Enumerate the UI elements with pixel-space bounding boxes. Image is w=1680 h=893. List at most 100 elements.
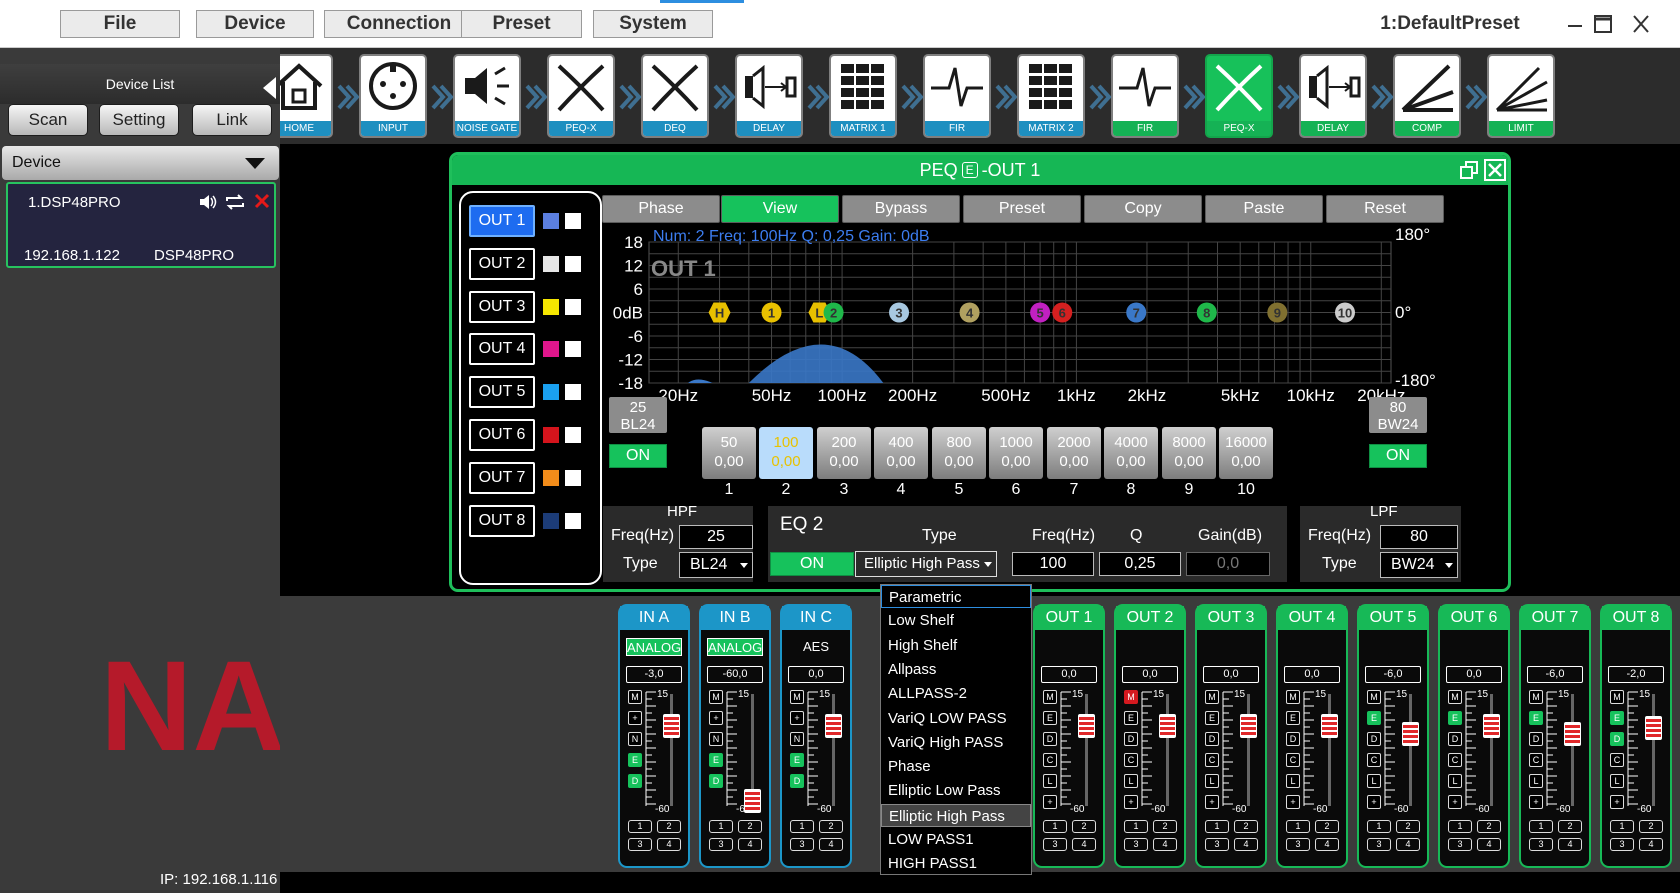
route-button-2[interactable]: 2	[819, 820, 843, 833]
strip-toggle-L[interactable]: L	[1529, 774, 1543, 788]
strip-toggle-E[interactable]: E	[1610, 711, 1624, 725]
strip-toggle-D[interactable]: D	[1610, 732, 1624, 746]
strip-toggle-L[interactable]: L	[1448, 774, 1462, 788]
output-visible-checkbox[interactable]	[565, 213, 581, 229]
reset-button[interactable]: Reset	[1326, 195, 1444, 223]
strip-toggle-C[interactable]: C	[1043, 753, 1057, 767]
route-button-2[interactable]: 2	[1153, 820, 1177, 833]
remove-device-icon[interactable]	[254, 192, 270, 210]
strip-toggle-L[interactable]: L	[1043, 774, 1057, 788]
strip-toggle-M[interactable]: M	[1205, 690, 1219, 704]
output-visible-checkbox[interactable]	[565, 427, 581, 443]
level-fader[interactable]: 15 -60	[1219, 688, 1259, 815]
route-button-1[interactable]: 1	[1448, 820, 1472, 833]
dropdown-option-high-pass1[interactable]: HIGH PASS1	[881, 852, 1031, 875]
output-button-8[interactable]: OUT 8	[469, 504, 535, 537]
strip-toggle-D[interactable]: D	[709, 774, 723, 788]
dropdown-option-elliptic-low-pass[interactable]: Elliptic Low Pass	[881, 779, 1031, 802]
strip-toggle-L[interactable]: L	[1205, 774, 1219, 788]
strip-toggle-E[interactable]: E	[1124, 711, 1138, 725]
module-limit-13[interactable]: LIMIT	[1487, 54, 1555, 138]
link-button[interactable]: Link	[192, 104, 272, 136]
strip-toggle-E[interactable]: E	[1043, 711, 1057, 725]
route-button-1[interactable]: 1	[1286, 820, 1310, 833]
route-button-1[interactable]: 1	[790, 820, 814, 833]
strip-toggle-+[interactable]: +	[1367, 795, 1381, 809]
route-button-2[interactable]: 2	[1315, 820, 1339, 833]
level-fader[interactable]: 15 -60	[1300, 688, 1340, 815]
route-button-3[interactable]: 3	[1448, 838, 1472, 851]
strip-toggle-+[interactable]: +	[709, 711, 723, 725]
output-button-7[interactable]: OUT 7	[469, 461, 535, 494]
collapse-arrow-icon[interactable]	[263, 77, 276, 99]
phase-button[interactable]: Phase	[602, 195, 720, 223]
band-6-button[interactable]: 1000 0,00	[989, 427, 1043, 479]
strip-toggle-D[interactable]: D	[628, 774, 642, 788]
gain-readout[interactable]: 0,0	[1446, 666, 1502, 683]
eq-response-graph[interactable]: 18 12 6 0dB -6 -12 -18 180° 0° -180° 20Hz 50Hz 100Hz…	[603, 225, 1498, 419]
gain-readout[interactable]: 0,0	[1122, 666, 1178, 683]
route-button-4[interactable]: 4	[1072, 838, 1096, 851]
copy-button[interactable]: Copy	[1084, 195, 1202, 223]
output-button-3[interactable]: OUT 3	[469, 290, 535, 323]
module-matrix-1-6[interactable]: MATRIX 1	[829, 54, 897, 138]
strip-toggle-+[interactable]: +	[1205, 795, 1219, 809]
level-fader[interactable]: 15 -60	[1462, 688, 1502, 815]
route-button-2[interactable]: 2	[738, 820, 762, 833]
device-card[interactable]: 1.DSP48PRO 192.168.1.122 DSP48PRO	[6, 182, 276, 268]
strip-toggle-+[interactable]: +	[1124, 795, 1138, 809]
output-visible-checkbox[interactable]	[565, 469, 581, 486]
channel-name[interactable]: OUT 3	[1197, 606, 1265, 630]
module-deq-4[interactable]: DEQ	[641, 54, 709, 138]
minimize-icon[interactable]	[1560, 10, 1590, 38]
strip-toggle-D[interactable]: D	[1286, 732, 1300, 746]
strip-toggle-C[interactable]: C	[1205, 753, 1219, 767]
route-button-2[interactable]: 2	[1072, 820, 1096, 833]
route-button-3[interactable]: 3	[1529, 838, 1553, 851]
gain-readout[interactable]: 0,0	[788, 666, 844, 683]
strip-toggle-D[interactable]: D	[1367, 732, 1381, 746]
channel-name[interactable]: IN B	[701, 606, 769, 630]
route-button-1[interactable]: 1	[1043, 820, 1067, 833]
lpf-summary[interactable]: 80 BW24	[1369, 397, 1427, 433]
output-visible-checkbox[interactable]	[565, 384, 581, 401]
speaker-volume-icon[interactable]	[198, 192, 218, 212]
dropdown-option-allpass[interactable]: Allpass	[881, 658, 1031, 681]
route-button-3[interactable]: 3	[1043, 838, 1067, 851]
gain-readout[interactable]: -3,0	[626, 666, 682, 683]
strip-toggle-E[interactable]: E	[1205, 711, 1219, 725]
strip-toggle-D[interactable]: D	[1043, 732, 1057, 746]
route-button-2[interactable]: 2	[1477, 820, 1501, 833]
hpf-summary[interactable]: 25 BL24	[609, 397, 667, 433]
menu-file[interactable]: File	[60, 10, 180, 38]
strip-toggle-+[interactable]: +	[1448, 795, 1462, 809]
dropdown-option-parametric[interactable]: Parametric	[881, 585, 1031, 608]
strip-toggle-L[interactable]: L	[1367, 774, 1381, 788]
route-button-4[interactable]: 4	[819, 838, 843, 851]
module-delay-11[interactable]: DELAY	[1299, 54, 1367, 138]
module-noise-gate-2[interactable]: NOISE GATE	[453, 54, 521, 138]
preset-button[interactable]: Preset	[963, 195, 1081, 223]
level-fader[interactable]: 15 -60	[1543, 688, 1583, 815]
strip-toggle-N[interactable]: N	[790, 732, 804, 746]
band-2-button[interactable]: 100 0,00	[759, 427, 813, 479]
route-button-3[interactable]: 3	[1610, 838, 1634, 851]
strip-toggle-M[interactable]: M	[1043, 690, 1057, 704]
lpf-type-select[interactable]: BW24	[1380, 552, 1458, 578]
strip-toggle-+[interactable]: +	[1610, 795, 1624, 809]
strip-toggle-L[interactable]: L	[1124, 774, 1138, 788]
gain-readout[interactable]: -6,0	[1527, 666, 1583, 683]
route-button-1[interactable]: 1	[1610, 820, 1634, 833]
gain-readout[interactable]: -60,0	[707, 666, 763, 683]
level-fader[interactable]: 15 -60	[723, 688, 763, 815]
channel-name[interactable]: OUT 7	[1521, 606, 1589, 630]
route-button-3[interactable]: 3	[1286, 838, 1310, 851]
input-source[interactable]: AES	[788, 638, 844, 656]
strip-toggle-D[interactable]: D	[1205, 732, 1219, 746]
strip-toggle-M[interactable]: M	[1286, 690, 1300, 704]
strip-toggle-M[interactable]: M	[1529, 690, 1543, 704]
strip-toggle-M[interactable]: M	[1610, 690, 1624, 704]
gain-readout[interactable]: -2,0	[1608, 666, 1664, 683]
output-button-1[interactable]: OUT 1	[469, 205, 535, 237]
strip-toggle-D[interactable]: D	[790, 774, 804, 788]
